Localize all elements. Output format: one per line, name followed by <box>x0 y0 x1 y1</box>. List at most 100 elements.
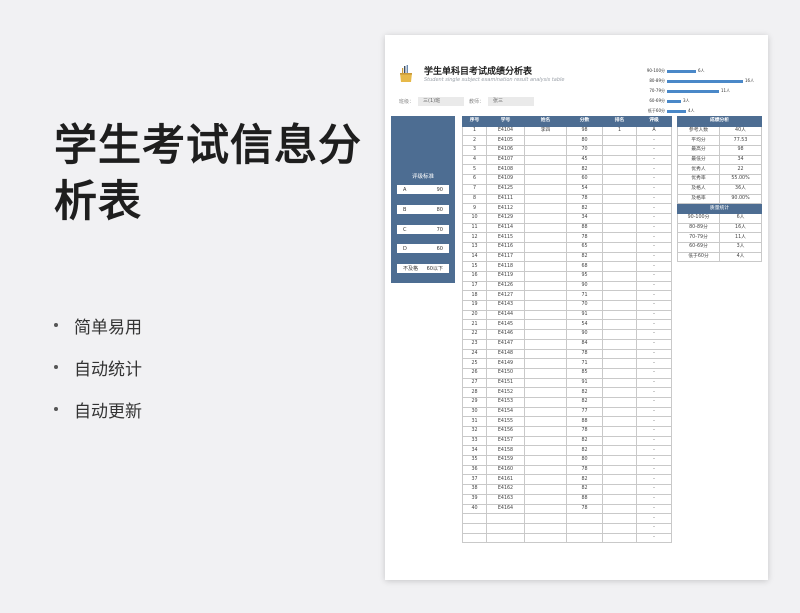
cell-rank[interactable] <box>602 232 637 243</box>
cell-rank[interactable] <box>602 329 637 340</box>
cell-index[interactable]: 33 <box>462 435 487 447</box>
cell-index[interactable]: 32 <box>462 426 487 437</box>
cell-index[interactable]: 39 <box>462 493 487 505</box>
cell-student-id[interactable]: E4109 <box>486 174 525 185</box>
cell-rank[interactable] <box>602 222 637 234</box>
cell-index[interactable]: 38 <box>462 484 487 495</box>
cell-index[interactable] <box>462 513 487 524</box>
cell-index[interactable]: 18 <box>462 290 487 302</box>
cell-rank[interactable]: 1 <box>602 125 637 137</box>
cell-score[interactable] <box>566 513 603 524</box>
cell-name[interactable] <box>524 271 567 282</box>
cell-student-id[interactable]: E4160 <box>486 464 525 476</box>
cell-index[interactable]: 24 <box>462 348 487 360</box>
cell-rank[interactable] <box>602 406 637 418</box>
cell-score[interactable]: 95 <box>566 271 603 282</box>
cell-rank[interactable] <box>602 464 637 476</box>
cell-student-id[interactable]: E4107 <box>486 154 525 166</box>
cell-name[interactable] <box>524 338 567 350</box>
cell-index[interactable]: 12 <box>462 232 487 243</box>
cell-index[interactable]: 20 <box>462 309 487 321</box>
cell-index[interactable]: 29 <box>462 396 487 408</box>
cell-index[interactable]: 8 <box>462 193 487 205</box>
cell-score[interactable] <box>566 522 603 534</box>
cell-rank[interactable] <box>602 435 637 447</box>
cell-grade[interactable]: - <box>636 387 672 398</box>
cell-grade[interactable]: - <box>636 484 672 495</box>
cell-student-id[interactable]: E4159 <box>486 455 525 466</box>
cell-rank[interactable] <box>602 474 637 486</box>
cell-name[interactable] <box>524 241 567 253</box>
cell-index[interactable]: 15 <box>462 261 487 272</box>
cell-grade[interactable]: - <box>636 377 672 389</box>
cell-name[interactable] <box>524 387 567 398</box>
cell-index[interactable]: 35 <box>462 455 487 466</box>
cell-index[interactable]: 16 <box>462 271 487 282</box>
cell-score[interactable]: 98 <box>566 125 603 137</box>
cell-rank[interactable] <box>602 241 637 253</box>
cell-rank[interactable] <box>602 445 637 457</box>
cell-student-id[interactable]: E4114 <box>486 222 525 234</box>
cell-name[interactable] <box>524 135 567 147</box>
cell-name[interactable] <box>524 377 567 389</box>
cell-student-id[interactable] <box>486 522 525 534</box>
cell-grade[interactable]: - <box>636 406 672 418</box>
cell-name[interactable] <box>524 309 567 321</box>
cell-score[interactable]: 82 <box>566 435 603 447</box>
cell-score[interactable] <box>566 532 603 544</box>
cell-index[interactable]: 2 <box>462 135 487 147</box>
cell-grade[interactable]: - <box>636 513 672 524</box>
cell-rank[interactable] <box>602 174 637 185</box>
cell-name[interactable] <box>524 251 567 263</box>
cell-rank[interactable] <box>602 416 637 427</box>
cell-score[interactable]: 82 <box>566 251 603 263</box>
cell-index[interactable]: 27 <box>462 377 487 389</box>
cell-grade[interactable]: - <box>636 271 672 282</box>
cell-score[interactable]: 82 <box>566 164 603 176</box>
cell-score[interactable]: 65 <box>566 241 603 253</box>
cell-name[interactable] <box>524 455 567 466</box>
cell-index[interactable]: 40 <box>462 503 487 515</box>
cell-student-id[interactable]: E4106 <box>486 145 525 156</box>
cell-student-id[interactable]: E4104 <box>486 125 525 137</box>
cell-index[interactable]: 5 <box>462 164 487 176</box>
cell-student-id[interactable] <box>486 532 525 544</box>
cell-score[interactable]: 88 <box>566 222 603 234</box>
cell-rank[interactable] <box>602 522 637 534</box>
cell-student-id[interactable]: E4148 <box>486 348 525 360</box>
cell-rank[interactable] <box>602 309 637 321</box>
cell-grade[interactable]: - <box>636 241 672 253</box>
cell-grade[interactable]: - <box>636 474 672 486</box>
cell-score[interactable]: 78 <box>566 232 603 243</box>
cell-grade[interactable]: - <box>636 338 672 350</box>
cell-score[interactable]: 68 <box>566 261 603 272</box>
cell-name[interactable] <box>524 212 567 224</box>
cell-student-id[interactable]: E4145 <box>486 319 525 331</box>
cell-grade[interactable]: - <box>636 280 672 292</box>
cell-grade[interactable]: - <box>636 222 672 234</box>
cell-index[interactable]: 7 <box>462 183 487 195</box>
cell-student-id[interactable]: E4125 <box>486 183 525 195</box>
cell-name[interactable] <box>524 435 567 447</box>
cell-score[interactable]: 60 <box>566 174 603 185</box>
cell-score[interactable]: 54 <box>566 319 603 331</box>
cell-student-id[interactable]: E4149 <box>486 358 525 369</box>
cell-rank[interactable] <box>602 145 637 156</box>
cell-rank[interactable] <box>602 300 637 311</box>
cell-grade[interactable]: - <box>636 290 672 302</box>
cell-score[interactable]: 82 <box>566 387 603 398</box>
cell-name[interactable] <box>524 329 567 340</box>
cell-name[interactable] <box>524 484 567 495</box>
cell-score[interactable]: 78 <box>566 193 603 205</box>
cell-index[interactable]: 11 <box>462 222 487 234</box>
cell-student-id[interactable] <box>486 513 525 524</box>
cell-rank[interactable] <box>602 532 637 544</box>
cell-grade[interactable]: - <box>636 174 672 185</box>
cell-student-id[interactable]: E4111 <box>486 193 525 205</box>
cell-name[interactable] <box>524 358 567 369</box>
cell-index[interactable]: 6 <box>462 174 487 185</box>
cell-score[interactable]: 78 <box>566 464 603 476</box>
cell-name[interactable] <box>524 164 567 176</box>
cell-name[interactable] <box>524 445 567 457</box>
cell-index[interactable]: 14 <box>462 251 487 263</box>
